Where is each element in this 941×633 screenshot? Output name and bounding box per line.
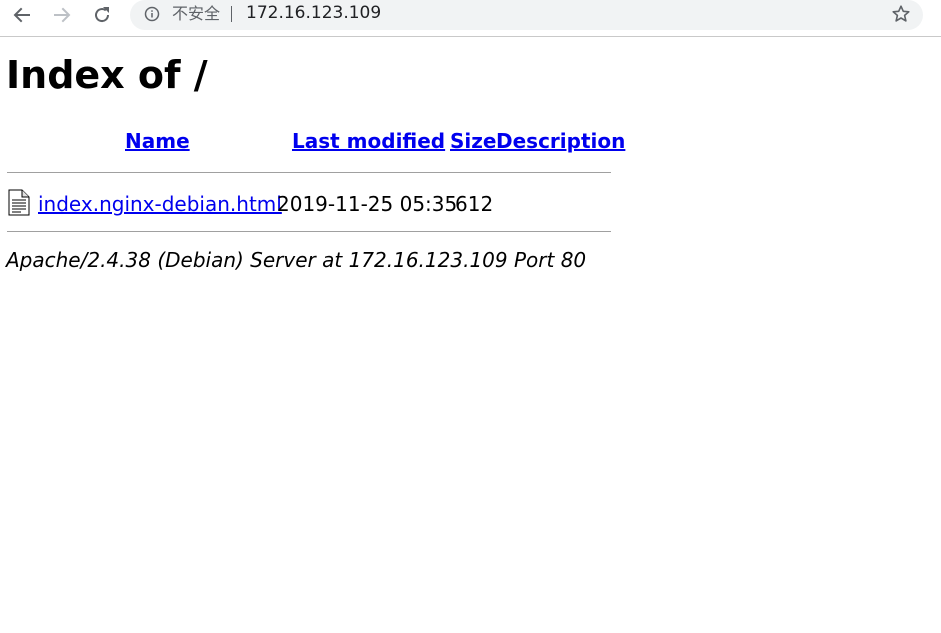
server-signature: Apache/2.4.38 (Debian) Server at 172.16.…: [6, 248, 587, 272]
browser-toolbar: 不安全 172.16.123.109: [0, 0, 941, 37]
column-header-description: Description: [496, 129, 625, 159]
sort-by-description-link[interactable]: Description: [496, 129, 625, 153]
sort-by-last-modified-link[interactable]: Last modified: [292, 129, 445, 153]
security-status[interactable]: 不安全: [172, 4, 220, 24]
back-button[interactable]: [10, 3, 34, 27]
page-content: Index of / Name Last modified Size Descr…: [0, 37, 941, 633]
column-header-size: Size: [450, 129, 496, 159]
forward-button[interactable]: [50, 3, 74, 27]
arrow-left-icon: [13, 7, 30, 23]
divider: [7, 231, 611, 232]
file-link[interactable]: index.nginx-debian.html: [38, 192, 282, 216]
separator: [231, 6, 232, 22]
column-header-name: Name: [125, 129, 190, 159]
column-header-last-modified: Last modified: [292, 129, 445, 159]
arrow-right-icon: [54, 7, 71, 23]
url-text[interactable]: 172.16.123.109: [246, 3, 381, 23]
star-icon[interactable]: [891, 4, 911, 24]
reload-button[interactable]: [90, 3, 114, 27]
page-title: Index of /: [6, 53, 208, 97]
file-last-modified: 2019-11-25 05:35: [277, 192, 458, 216]
info-icon[interactable]: [144, 6, 160, 22]
sort-by-size-link[interactable]: Size: [450, 129, 496, 153]
address-bar[interactable]: 不安全 172.16.123.109: [130, 0, 923, 30]
reload-icon: [95, 7, 110, 23]
text-file-icon: [8, 189, 30, 216]
divider: [7, 172, 611, 173]
file-size: 612: [455, 192, 494, 216]
sort-by-name-link[interactable]: Name: [125, 129, 190, 153]
file-name-cell: index.nginx-debian.html: [38, 191, 282, 217]
